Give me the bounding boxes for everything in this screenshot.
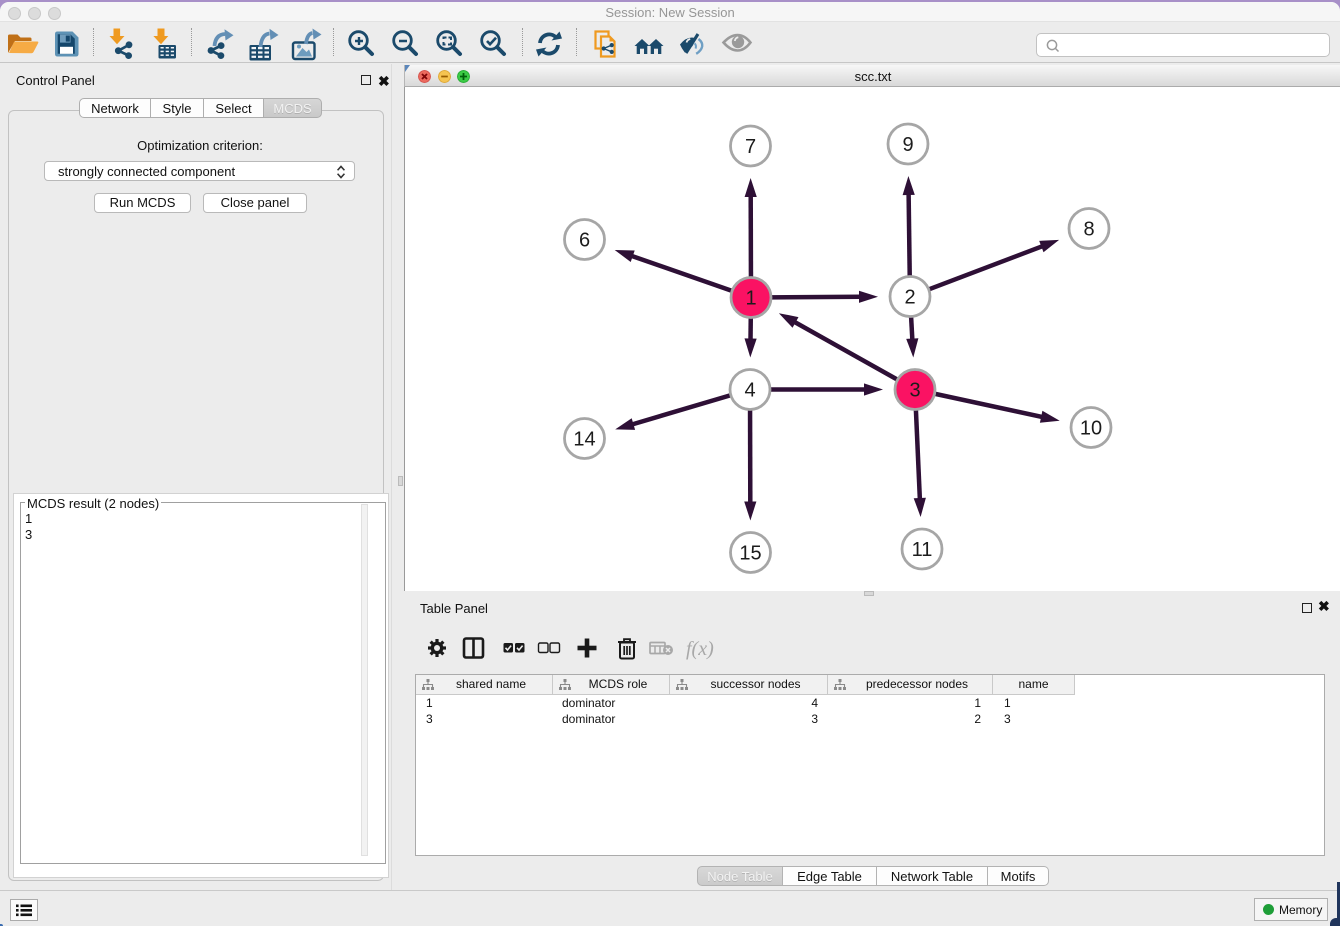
svg-text:f(x): f(x) [686, 638, 714, 660]
svg-text:10: 10 [1080, 418, 1102, 440]
svg-text:4: 4 [744, 380, 755, 402]
svg-text:6: 6 [579, 230, 590, 252]
svg-text:7: 7 [745, 136, 756, 158]
svg-text:3: 3 [909, 380, 920, 402]
svg-text:2: 2 [904, 287, 915, 309]
svg-text:8: 8 [1083, 219, 1094, 241]
svg-text:14: 14 [573, 429, 595, 451]
svg-text:15: 15 [739, 543, 761, 565]
svg-text:11: 11 [912, 539, 933, 561]
svg-text:1: 1 [745, 288, 756, 310]
svg-text:9: 9 [902, 134, 913, 156]
